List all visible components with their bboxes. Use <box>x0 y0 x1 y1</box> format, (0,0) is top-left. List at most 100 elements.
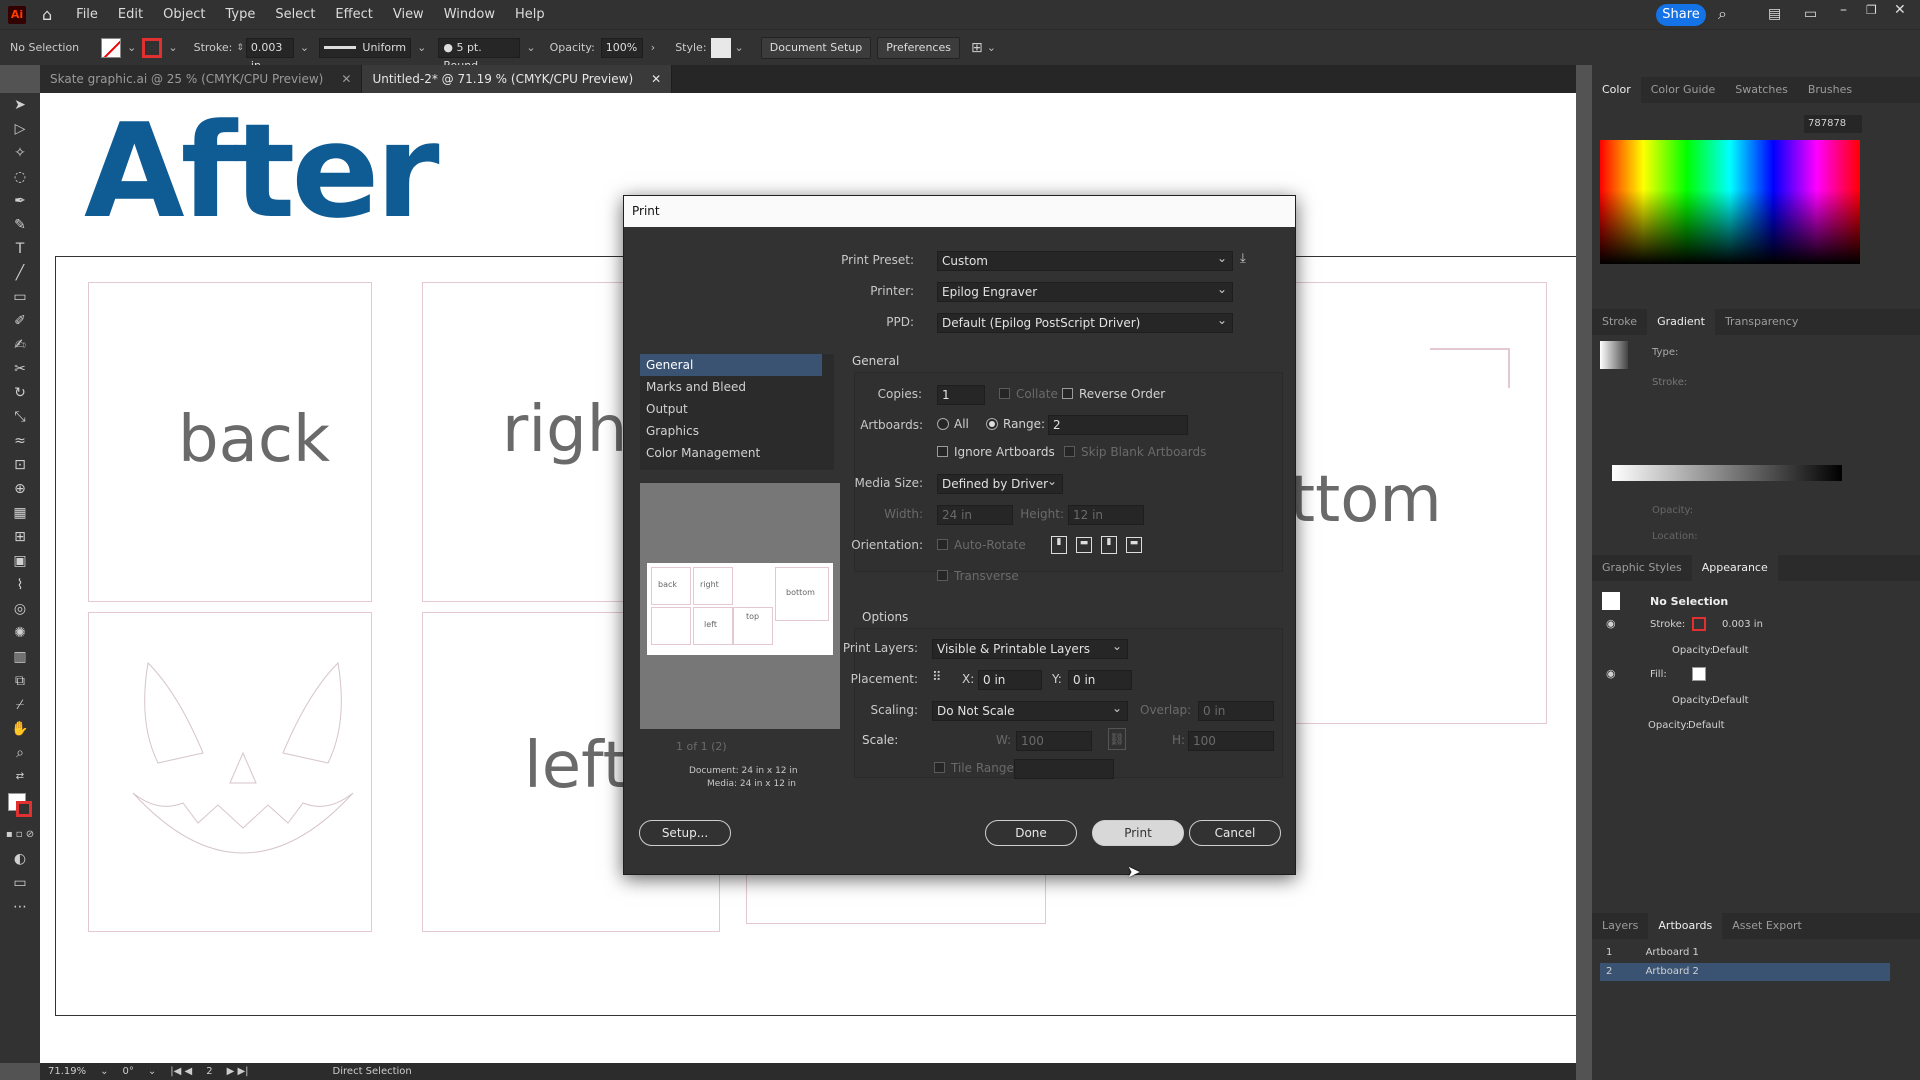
eye-icon[interactable]: ◉ <box>1606 667 1616 680</box>
tab-color[interactable]: Color <box>1592 77 1641 103</box>
menu-type[interactable]: Type <box>215 0 265 29</box>
preferences-button[interactable]: Preferences <box>877 36 960 59</box>
brush-select[interactable]: ● 5 pt. Round <box>438 37 521 72</box>
print-button[interactable]: Print <box>1092 820 1184 846</box>
zoom-tool-icon[interactable]: ⌕ <box>0 741 40 765</box>
chevron-down-icon[interactable]: ⌄ <box>526 41 535 54</box>
tab-artboards[interactable]: Artboards <box>1648 913 1723 939</box>
more-tools-icon[interactable]: ⋯ <box>0 895 40 919</box>
search-icon[interactable]: ⌕ <box>1718 4 1727 24</box>
scale-h-input[interactable]: 100 <box>1188 731 1274 751</box>
stroke-swatch[interactable] <box>142 37 163 58</box>
slice-tool-icon[interactable]: ⌿ <box>0 693 40 717</box>
print-layers-select[interactable]: Visible & Printable Layers <box>932 637 1128 659</box>
gradient-slider[interactable] <box>1612 465 1842 481</box>
menu-help[interactable]: Help <box>505 0 555 29</box>
all-radio[interactable] <box>937 418 949 430</box>
chevron-right-icon[interactable]: › <box>651 41 655 54</box>
style-swatch[interactable] <box>710 37 731 58</box>
landscape-icon[interactable]: ▬ <box>1076 537 1092 553</box>
auto-rotate-checkbox[interactable] <box>937 539 948 550</box>
chevron-down-icon[interactable]: ⌄ <box>987 41 996 54</box>
gradient-tool-icon[interactable]: ▣ <box>0 549 40 573</box>
tab-stroke[interactable]: Stroke <box>1592 309 1647 335</box>
done-button[interactable]: Done <box>985 820 1077 846</box>
printer-select[interactable]: Epilog Engraver <box>937 280 1233 302</box>
draw-mode-icon[interactable]: ◐ <box>0 847 40 871</box>
eyedropper-icon[interactable]: ⌇ <box>0 573 40 597</box>
print-preset-select[interactable]: Custom <box>937 249 1233 271</box>
color-mode-icon[interactable]: ▪ ▫ ⊘ <box>0 823 40 847</box>
minimize-icon[interactable]: – <box>1840 2 1847 18</box>
media-size-select[interactable]: Defined by Driver <box>937 472 1063 494</box>
paintbrush-icon[interactable]: ✐ <box>0 309 40 333</box>
lasso-icon[interactable]: ◌ <box>0 165 40 189</box>
stroke-opacity-value[interactable]: Default <box>1712 645 1749 656</box>
chevron-down-icon[interactable]: ⌄ <box>127 41 136 54</box>
hand-tool-icon[interactable]: ✋ <box>0 717 40 741</box>
category-general[interactable]: General <box>640 354 822 376</box>
swap-colors-icon[interactable]: ⇄ <box>0 765 40 789</box>
link-icon[interactable]: ⛓ <box>1108 728 1126 750</box>
height-input[interactable]: 12 in <box>1068 505 1144 525</box>
document-setup-button[interactable]: Document Setup <box>760 36 872 59</box>
next-artboard-icon[interactable]: ▶ ▶| <box>227 1066 249 1077</box>
zoom-level[interactable]: 71.19% <box>48 1066 86 1077</box>
type-tool-icon[interactable]: T <box>0 237 40 261</box>
artboard-tool-icon[interactable]: ⧉ <box>0 669 40 693</box>
workspace-icon[interactable]: ▭ <box>1804 6 1817 22</box>
category-marks-and-bleed[interactable]: Marks and Bleed <box>640 376 834 398</box>
width-input[interactable]: 24 in <box>937 505 1013 525</box>
placement-x-input[interactable]: 0 in <box>978 670 1042 690</box>
perspective-grid-icon[interactable]: ▦ <box>0 501 40 525</box>
close-icon[interactable]: ✕ <box>341 65 351 93</box>
skip-blank-checkbox[interactable] <box>1064 446 1075 457</box>
ignore-artboards-checkbox[interactable] <box>937 446 948 457</box>
overall-opacity-value[interactable]: Default <box>1688 720 1725 731</box>
chevron-down-icon[interactable]: ⌄ <box>148 1066 156 1077</box>
scissors-icon[interactable]: ✂ <box>0 357 40 381</box>
reverse-order-checkbox[interactable] <box>1062 388 1073 399</box>
chevron-down-icon[interactable]: ⌄ <box>300 41 309 54</box>
line-tool-icon[interactable]: ╱ <box>0 261 40 285</box>
fill-opacity-value[interactable]: Default <box>1712 695 1749 706</box>
collate-checkbox[interactable] <box>999 388 1010 399</box>
menu-object[interactable]: Object <box>153 0 215 29</box>
tab-swatches[interactable]: Swatches <box>1725 77 1798 103</box>
save-preset-icon[interactable]: ⤓ <box>1240 251 1246 266</box>
opacity-input[interactable]: 100% <box>600 37 643 58</box>
pen-tool-icon[interactable]: ✒ <box>0 189 40 213</box>
portrait-icon[interactable]: ▮ <box>1051 536 1067 554</box>
menu-file[interactable]: File <box>66 0 108 29</box>
gradient-swatch[interactable] <box>1600 341 1628 369</box>
cancel-button[interactable]: Cancel <box>1189 820 1281 846</box>
menu-window[interactable]: Window <box>434 0 505 29</box>
placement-y-input[interactable]: 0 in <box>1068 670 1132 690</box>
tab-asset-export[interactable]: Asset Export <box>1722 913 1812 939</box>
stroke-profile-select[interactable]: Uniform <box>319 37 412 58</box>
mesh-tool-icon[interactable]: ⊞ <box>0 525 40 549</box>
artboard-row[interactable]: 2 Artboard 2 <box>1600 963 1890 981</box>
free-transform-icon[interactable]: ⊡ <box>0 453 40 477</box>
artboard-number[interactable]: 2 <box>206 1066 212 1077</box>
shaper-tool-icon[interactable]: ✍ <box>0 333 40 357</box>
warp-tool-icon[interactable]: ≈ <box>0 429 40 453</box>
chevron-down-icon[interactable]: ⌄ <box>100 1066 108 1077</box>
magic-wand-icon[interactable]: ✧ <box>0 141 40 165</box>
direct-selection-tool-icon[interactable]: ▷ <box>0 117 40 141</box>
stroke-weight-input[interactable]: 0.003 in <box>245 37 294 72</box>
category-color-management[interactable]: Color Management <box>640 442 834 464</box>
restore-icon[interactable]: ❐ <box>1866 3 1877 17</box>
range-input[interactable]: 2 <box>1048 415 1188 435</box>
selection-tool-icon[interactable]: ➤ <box>0 93 40 117</box>
tab-gradient[interactable]: Gradient <box>1647 309 1715 335</box>
tab-brushes[interactable]: Brushes <box>1798 77 1862 103</box>
share-button[interactable]: Share <box>1656 4 1706 26</box>
arrange-icon[interactable]: ▤ <box>1768 6 1781 22</box>
chevron-down-icon[interactable]: ⌄ <box>735 41 744 54</box>
stroke-row-swatch[interactable] <box>1692 617 1706 631</box>
fill-stroke-indicator[interactable] <box>0 789 40 823</box>
screen-mode-icon[interactable]: ▭ <box>0 871 40 895</box>
symbol-sprayer-icon[interactable]: ✺ <box>0 621 40 645</box>
transverse-checkbox[interactable] <box>937 570 948 581</box>
